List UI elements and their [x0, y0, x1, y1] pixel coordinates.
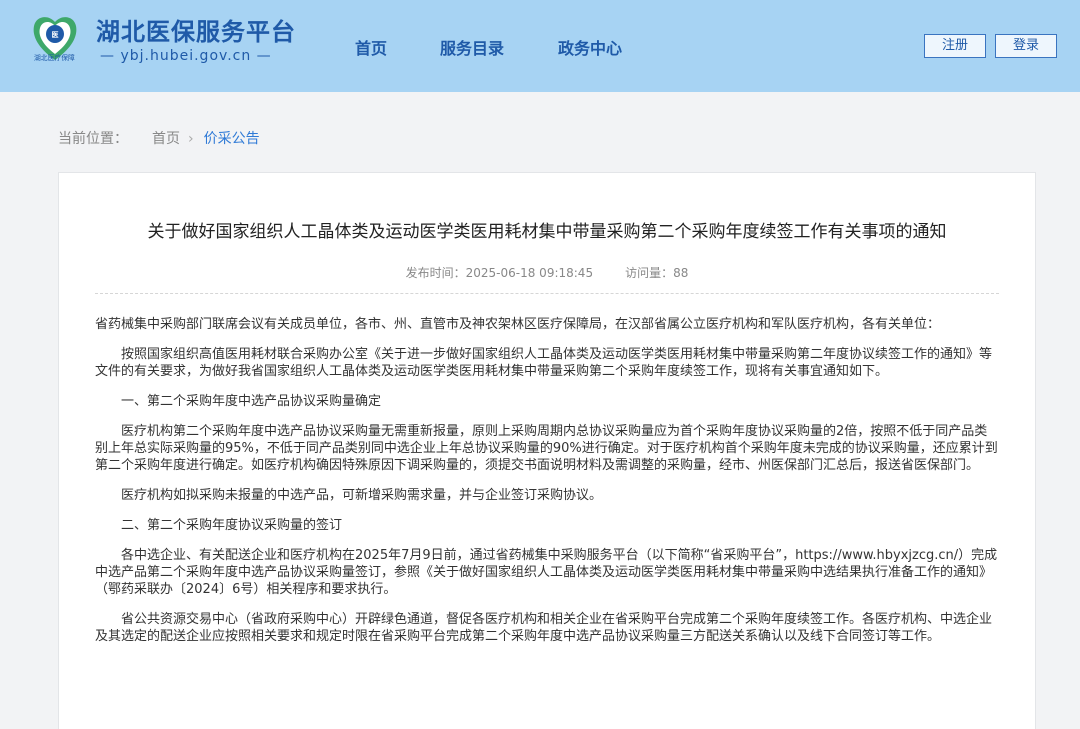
svg-text:医: 医: [52, 31, 59, 39]
site-title[interactable]: 湖北医保服务平台: [96, 12, 296, 47]
article-paragraph: 各中选企业、有关配送企业和医疗机构在2025年7月9日前，通过省药械集中采购服务…: [95, 548, 998, 597]
article-paragraph: 医疗机构如拟采购未报量的中选产品，可新增采购需求量，并与企业签订采购协议。: [121, 488, 603, 503]
article-salutation: 省药械集中采购部门联席会议有关成员单位，各市、州、直管市及神农架林区医疗保障局，…: [95, 317, 941, 332]
article-paragraph: 按照国家组织高值医用耗材联合采购办公室《关于进一步做好国家组织人工晶体类及运动医…: [95, 347, 993, 379]
domain-dash-right: —: [251, 48, 272, 64]
article-meta: 发布时间：2025-06-18 09:18:45 访问量：88: [59, 264, 1035, 281]
nav-home[interactable]: 首页: [355, 35, 387, 59]
breadcrumb-home[interactable]: 首页: [152, 128, 180, 148]
nav-service-catalog[interactable]: 服务目录: [440, 35, 504, 59]
register-button[interactable]: 注册: [924, 34, 986, 58]
site-header: 医 湖北医疗保障 湖北医保服务平台 — ybj.hubei.gov.cn — 首…: [0, 0, 1080, 92]
section-heading: 一、第二个采购年度中选产品协议采购量确定: [121, 394, 382, 409]
article-title: 关于做好国家组织人工晶体类及运动医学类医用耗材集中带量采购第二个采购年度续签工作…: [147, 222, 947, 242]
divider: [95, 293, 999, 294]
breadcrumb-label: 当前位置：: [58, 131, 128, 147]
site-domain-text: ybj.hubei.gov.cn: [120, 48, 252, 64]
breadcrumb-current[interactable]: 价采公告: [204, 128, 260, 148]
domain-dash-left: —: [100, 48, 121, 64]
section-heading: 二、第二个采购年度协议采购量的签订: [121, 518, 343, 533]
article-paragraph: 省公共资源交易中心（省政府采购中心）开辟绿色通道，督促各医疗机构和相关企业在省采…: [95, 612, 993, 644]
site-domain: — ybj.hubei.gov.cn —: [100, 48, 272, 64]
view-count: 访问量：88: [625, 266, 689, 280]
breadcrumb: 当前位置： 首页 › 价采公告: [58, 128, 260, 148]
article-paragraph: 医疗机构第二个采购年度中选产品协议采购量无需重新报量，原则上采购周期内总协议采购…: [95, 424, 998, 473]
article-body: 省药械集中采购部门联席会议有关成员单位，各市、州、直管市及神农架林区医疗保障局，…: [95, 316, 999, 645]
logo-text: 湖北医疗保障: [34, 53, 75, 62]
chevron-right-icon: ›: [188, 131, 194, 147]
nav-government-center[interactable]: 政务中心: [558, 35, 622, 59]
article-panel: 关于做好国家组织人工晶体类及运动医学类医用耗材集中带量采购第二个采购年度续签工作…: [58, 172, 1036, 729]
login-button[interactable]: 登录: [995, 34, 1057, 58]
publish-time: 发布时间：2025-06-18 09:18:45: [405, 266, 594, 280]
